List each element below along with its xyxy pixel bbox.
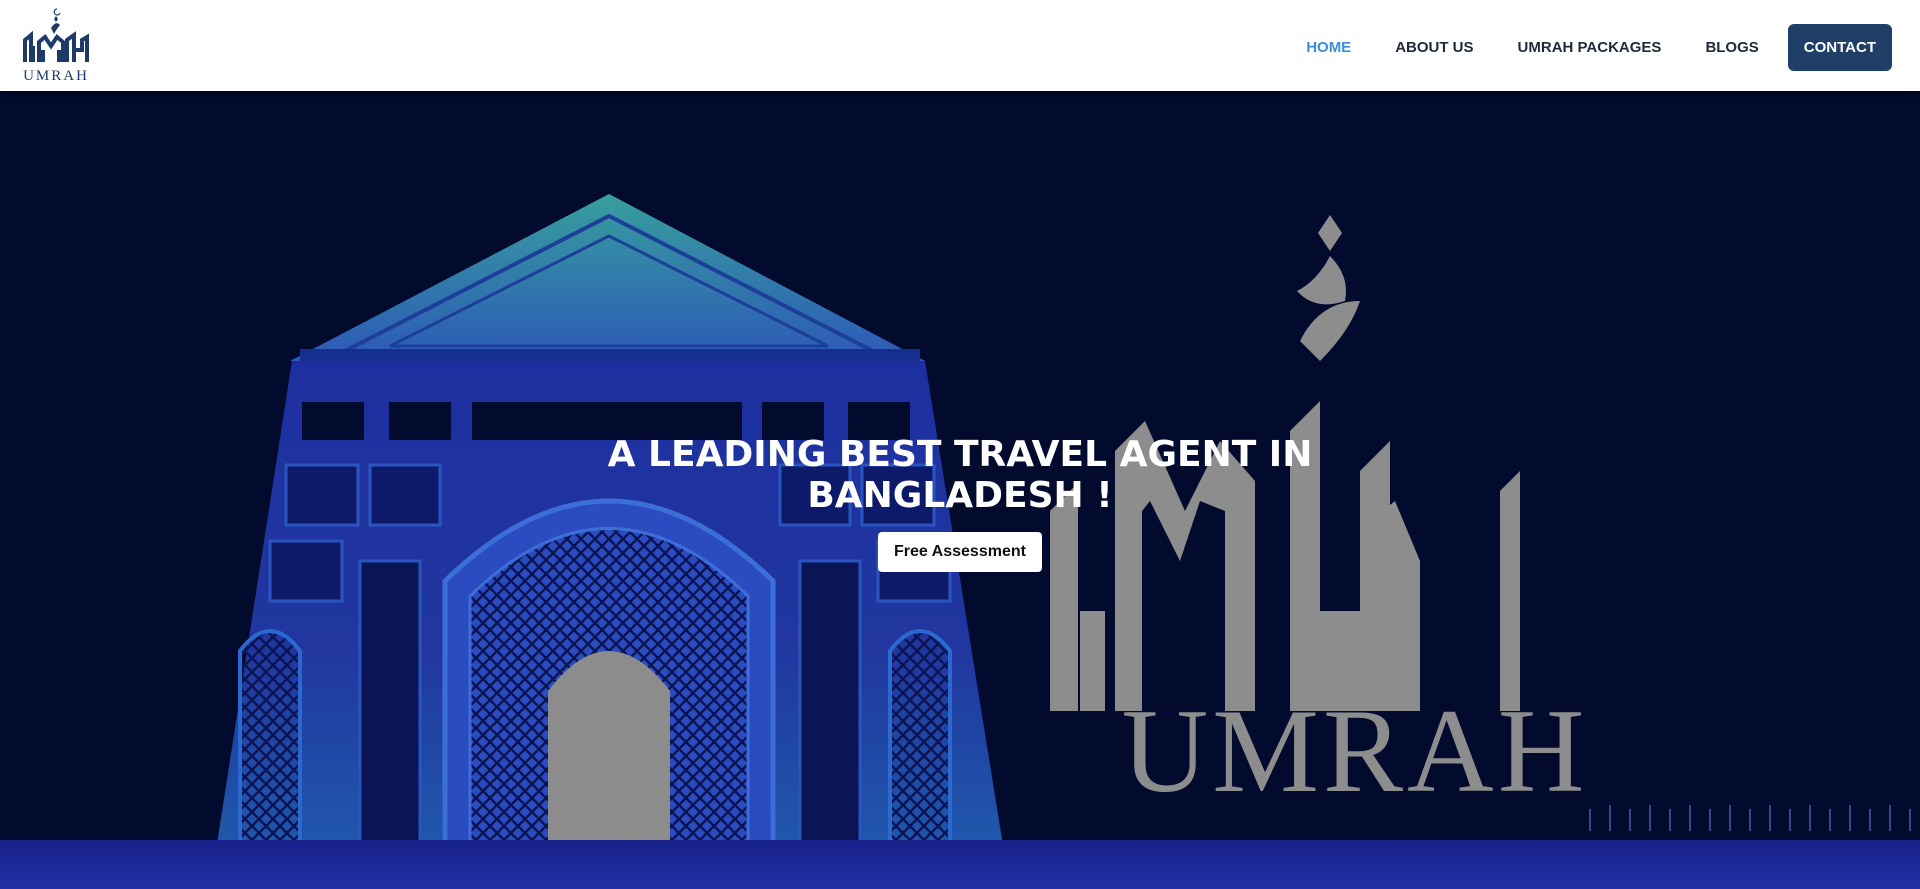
hero-title: A LEADING BEST TRAVEL AGENT IN BANGLADES… xyxy=(0,434,1920,516)
hero-title-line-1: A LEADING BEST TRAVEL AGENT IN xyxy=(607,434,1313,476)
contact-button[interactable]: CONTACT xyxy=(1787,24,1892,71)
nav-blogs[interactable]: BLOGS xyxy=(1705,39,1758,56)
nav-umrah-packages[interactable]: UMRAH PACKAGES xyxy=(1518,39,1662,56)
hero-title-line-2: BANGLADESH ! xyxy=(807,475,1113,517)
main-nav: HOME ABOUT US UMRAH PACKAGES BLOGS CONTA… xyxy=(1262,24,1892,71)
nav-about-us[interactable]: ABOUT US xyxy=(1395,39,1473,56)
hero-section: UMRAH A LEADING BEST TRAVEL AGENT IN BAN… xyxy=(0,91,1920,889)
logo-wordmark: UMRAH xyxy=(23,68,89,84)
free-assessment-button[interactable]: Free Assessment xyxy=(878,532,1042,572)
umrah-logo-icon xyxy=(23,8,89,62)
brand-logo[interactable]: UMRAH xyxy=(21,6,91,86)
watermark-text: UMRAH xyxy=(1122,684,1589,817)
nav-home[interactable]: HOME xyxy=(1306,39,1351,56)
site-header: UMRAH HOME ABOUT US UMRAH PACKAGES BLOGS… xyxy=(0,0,1920,91)
umrah-watermark-logo xyxy=(1050,154,1520,711)
